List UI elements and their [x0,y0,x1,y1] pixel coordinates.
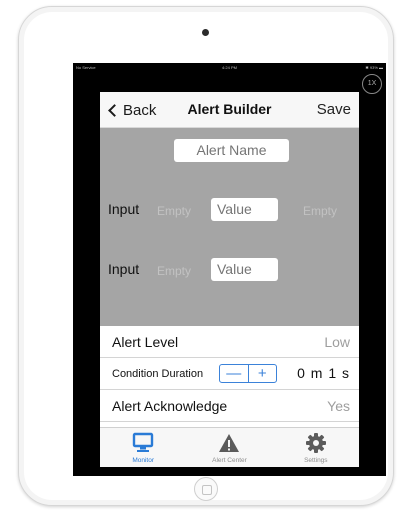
alert-name-input[interactable] [174,139,289,162]
condition-duration-label: Condition Duration [112,368,204,380]
decrement-button[interactable]: — [220,365,249,382]
settings-list: Alert Level Low Condition Duration — + 0… [100,326,359,422]
alert-level-label: Alert Level [112,334,179,350]
tab-alert-center[interactable]: Alert Center [186,428,272,467]
tab-settings-label: Settings [304,457,328,464]
alert-builder-panel: Input Empty Empty Input Empty [100,128,359,326]
monitor-icon [132,432,154,452]
front-camera [202,29,209,36]
device-screen: No Service 4:24 PM ✱ 93% ▬ 1X Back Alert… [73,63,386,476]
alert-level-row[interactable]: Alert Level Low [100,326,359,358]
input-row-2-label: Input [108,261,140,277]
input-row-1-value-field[interactable] [211,198,278,221]
navigation-bar: Back Alert Builder Save [100,92,359,128]
battery-indicator: ✱ 93% ▬ [365,65,383,70]
increment-button[interactable]: + [249,365,277,382]
tab-monitor-label: Monitor [132,457,154,464]
tab-monitor[interactable]: Monitor [100,428,186,467]
alert-acknowledge-label: Alert Acknowledge [112,398,228,414]
input-row-1-right-empty[interactable]: Empty [303,204,337,218]
alert-level-value: Low [324,334,350,350]
condition-duration-value: 0 m 1 s [297,365,350,381]
tab-bar: Monitor Alert Center Settings [100,427,359,467]
status-bar: No Service 4:24 PM ✱ 93% ▬ [73,63,386,73]
duration-stepper: — + [219,364,277,383]
alert-acknowledge-row[interactable]: Alert Acknowledge Yes [100,390,359,422]
status-time: 4:24 PM [222,65,237,70]
input-row-1-left-empty[interactable]: Empty [157,204,191,218]
save-button[interactable]: Save [317,101,351,118]
ipad-frame: No Service 4:24 PM ✱ 93% ▬ 1X Back Alert… [18,6,394,506]
home-button[interactable] [194,477,218,501]
input-row-1-label: Input [108,201,140,217]
alert-acknowledge-value: Yes [327,398,350,414]
input-row-2-left-empty[interactable]: Empty [157,264,191,278]
input-row-2-value-field[interactable] [211,258,278,281]
warning-icon [219,434,240,452]
gear-icon [305,433,326,453]
condition-duration-row: Condition Duration — + 0 m 1 s [100,358,359,390]
tab-settings[interactable]: Settings [273,428,359,467]
tab-alert-center-label: Alert Center [212,457,247,464]
app-window: Back Alert Builder Save Input Empty Empt… [100,92,359,467]
zoom-badge[interactable]: 1X [362,74,382,94]
